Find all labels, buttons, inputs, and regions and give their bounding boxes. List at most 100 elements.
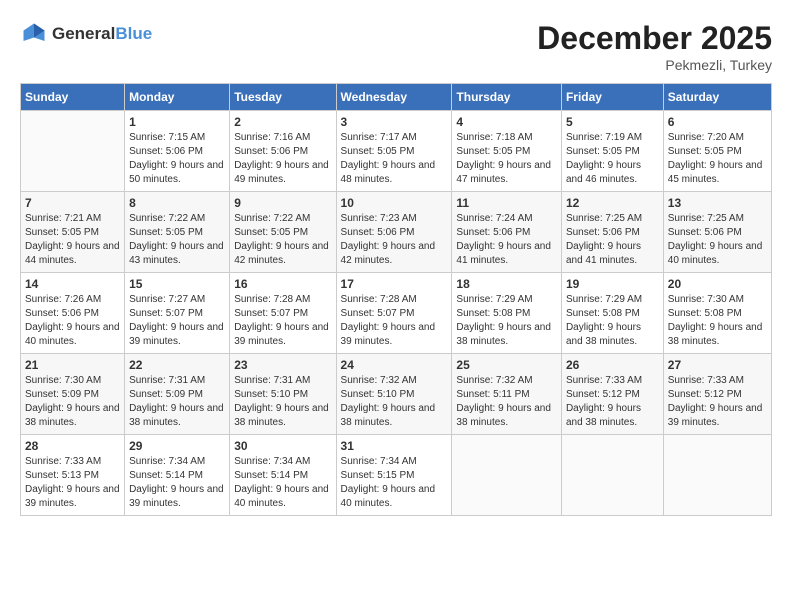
location: Pekmezli, Turkey (537, 57, 772, 73)
day-number: 26 (566, 358, 659, 372)
day-number: 31 (341, 439, 448, 453)
calendar-cell: 18 Sunrise: 7:29 AMSunset: 5:08 PMDaylig… (452, 273, 562, 354)
day-info: Sunrise: 7:23 AMSunset: 5:06 PMDaylight:… (341, 213, 436, 266)
day-info: Sunrise: 7:33 AMSunset: 5:12 PMDaylight:… (668, 375, 763, 428)
calendar-cell: 24 Sunrise: 7:32 AMSunset: 5:10 PMDaylig… (336, 354, 452, 435)
calendar-cell: 15 Sunrise: 7:27 AMSunset: 5:07 PMDaylig… (125, 273, 230, 354)
day-info: Sunrise: 7:28 AMSunset: 5:07 PMDaylight:… (234, 294, 329, 347)
day-number: 6 (668, 115, 767, 129)
header-saturday: Saturday (663, 84, 771, 111)
calendar-week-3: 14 Sunrise: 7:26 AMSunset: 5:06 PMDaylig… (21, 273, 772, 354)
calendar-cell: 12 Sunrise: 7:25 AMSunset: 5:06 PMDaylig… (561, 192, 663, 273)
day-number: 15 (129, 277, 225, 291)
calendar-cell: 10 Sunrise: 7:23 AMSunset: 5:06 PMDaylig… (336, 192, 452, 273)
calendar-week-2: 7 Sunrise: 7:21 AMSunset: 5:05 PMDayligh… (21, 192, 772, 273)
calendar-cell: 25 Sunrise: 7:32 AMSunset: 5:11 PMDaylig… (452, 354, 562, 435)
calendar-cell: 11 Sunrise: 7:24 AMSunset: 5:06 PMDaylig… (452, 192, 562, 273)
calendar-cell: 26 Sunrise: 7:33 AMSunset: 5:12 PMDaylig… (561, 354, 663, 435)
day-info: Sunrise: 7:25 AMSunset: 5:06 PMDaylight:… (566, 213, 642, 266)
day-info: Sunrise: 7:16 AMSunset: 5:06 PMDaylight:… (234, 132, 329, 185)
header-thursday: Thursday (452, 84, 562, 111)
calendar-cell: 21 Sunrise: 7:30 AMSunset: 5:09 PMDaylig… (21, 354, 125, 435)
day-info: Sunrise: 7:15 AMSunset: 5:06 PMDaylight:… (129, 132, 224, 185)
day-number: 11 (456, 196, 557, 210)
day-number: 10 (341, 196, 448, 210)
day-info: Sunrise: 7:25 AMSunset: 5:06 PMDaylight:… (668, 213, 763, 266)
day-info: Sunrise: 7:34 AMSunset: 5:14 PMDaylight:… (129, 456, 224, 509)
logo-icon (20, 20, 48, 48)
logo-general: GeneralBlue (52, 24, 152, 44)
day-number: 27 (668, 358, 767, 372)
day-number: 13 (668, 196, 767, 210)
calendar-cell: 29 Sunrise: 7:34 AMSunset: 5:14 PMDaylig… (125, 435, 230, 516)
day-number: 4 (456, 115, 557, 129)
day-number: 19 (566, 277, 659, 291)
calendar-cell (21, 111, 125, 192)
calendar-cell: 19 Sunrise: 7:29 AMSunset: 5:08 PMDaylig… (561, 273, 663, 354)
day-info: Sunrise: 7:29 AMSunset: 5:08 PMDaylight:… (566, 294, 642, 347)
calendar-cell: 13 Sunrise: 7:25 AMSunset: 5:06 PMDaylig… (663, 192, 771, 273)
day-info: Sunrise: 7:34 AMSunset: 5:15 PMDaylight:… (341, 456, 436, 509)
calendar-cell: 1 Sunrise: 7:15 AMSunset: 5:06 PMDayligh… (125, 111, 230, 192)
calendar-cell: 2 Sunrise: 7:16 AMSunset: 5:06 PMDayligh… (230, 111, 336, 192)
day-number: 24 (341, 358, 448, 372)
page-header: GeneralBlue December 2025 Pekmezli, Turk… (20, 20, 772, 73)
calendar-cell: 28 Sunrise: 7:33 AMSunset: 5:13 PMDaylig… (21, 435, 125, 516)
day-info: Sunrise: 7:33 AMSunset: 5:13 PMDaylight:… (25, 456, 120, 509)
day-info: Sunrise: 7:18 AMSunset: 5:05 PMDaylight:… (456, 132, 551, 185)
calendar-cell: 6 Sunrise: 7:20 AMSunset: 5:05 PMDayligh… (663, 111, 771, 192)
calendar-cell: 30 Sunrise: 7:34 AMSunset: 5:14 PMDaylig… (230, 435, 336, 516)
calendar-week-4: 21 Sunrise: 7:30 AMSunset: 5:09 PMDaylig… (21, 354, 772, 435)
calendar-cell: 14 Sunrise: 7:26 AMSunset: 5:06 PMDaylig… (21, 273, 125, 354)
day-number: 18 (456, 277, 557, 291)
day-info: Sunrise: 7:34 AMSunset: 5:14 PMDaylight:… (234, 456, 329, 509)
header-monday: Monday (125, 84, 230, 111)
day-info: Sunrise: 7:30 AMSunset: 5:09 PMDaylight:… (25, 375, 120, 428)
calendar-week-5: 28 Sunrise: 7:33 AMSunset: 5:13 PMDaylig… (21, 435, 772, 516)
calendar-cell: 20 Sunrise: 7:30 AMSunset: 5:08 PMDaylig… (663, 273, 771, 354)
day-info: Sunrise: 7:20 AMSunset: 5:05 PMDaylight:… (668, 132, 763, 185)
day-number: 3 (341, 115, 448, 129)
day-number: 17 (341, 277, 448, 291)
day-number: 8 (129, 196, 225, 210)
day-number: 14 (25, 277, 120, 291)
day-info: Sunrise: 7:28 AMSunset: 5:07 PMDaylight:… (341, 294, 436, 347)
calendar-cell: 5 Sunrise: 7:19 AMSunset: 5:05 PMDayligh… (561, 111, 663, 192)
day-info: Sunrise: 7:31 AMSunset: 5:09 PMDaylight:… (129, 375, 224, 428)
calendar-cell: 9 Sunrise: 7:22 AMSunset: 5:05 PMDayligh… (230, 192, 336, 273)
logo: GeneralBlue (20, 20, 152, 48)
day-info: Sunrise: 7:32 AMSunset: 5:10 PMDaylight:… (341, 375, 436, 428)
day-number: 5 (566, 115, 659, 129)
day-number: 16 (234, 277, 331, 291)
calendar-cell: 3 Sunrise: 7:17 AMSunset: 5:05 PMDayligh… (336, 111, 452, 192)
calendar-cell: 16 Sunrise: 7:28 AMSunset: 5:07 PMDaylig… (230, 273, 336, 354)
day-number: 30 (234, 439, 331, 453)
calendar-header-row: SundayMondayTuesdayWednesdayThursdayFrid… (21, 84, 772, 111)
day-info: Sunrise: 7:29 AMSunset: 5:08 PMDaylight:… (456, 294, 551, 347)
day-info: Sunrise: 7:22 AMSunset: 5:05 PMDaylight:… (129, 213, 224, 266)
day-number: 7 (25, 196, 120, 210)
calendar-week-1: 1 Sunrise: 7:15 AMSunset: 5:06 PMDayligh… (21, 111, 772, 192)
day-number: 12 (566, 196, 659, 210)
day-number: 9 (234, 196, 331, 210)
calendar-cell: 23 Sunrise: 7:31 AMSunset: 5:10 PMDaylig… (230, 354, 336, 435)
day-number: 23 (234, 358, 331, 372)
calendar-table: SundayMondayTuesdayWednesdayThursdayFrid… (20, 83, 772, 516)
day-info: Sunrise: 7:33 AMSunset: 5:12 PMDaylight:… (566, 375, 642, 428)
day-info: Sunrise: 7:24 AMSunset: 5:06 PMDaylight:… (456, 213, 551, 266)
calendar-cell: 27 Sunrise: 7:33 AMSunset: 5:12 PMDaylig… (663, 354, 771, 435)
day-info: Sunrise: 7:30 AMSunset: 5:08 PMDaylight:… (668, 294, 763, 347)
day-info: Sunrise: 7:26 AMSunset: 5:06 PMDaylight:… (25, 294, 120, 347)
calendar-cell (663, 435, 771, 516)
day-info: Sunrise: 7:27 AMSunset: 5:07 PMDaylight:… (129, 294, 224, 347)
calendar-cell: 4 Sunrise: 7:18 AMSunset: 5:05 PMDayligh… (452, 111, 562, 192)
day-info: Sunrise: 7:17 AMSunset: 5:05 PMDaylight:… (341, 132, 436, 185)
header-friday: Friday (561, 84, 663, 111)
day-number: 29 (129, 439, 225, 453)
day-info: Sunrise: 7:19 AMSunset: 5:05 PMDaylight:… (566, 132, 642, 185)
header-tuesday: Tuesday (230, 84, 336, 111)
calendar-cell (561, 435, 663, 516)
calendar-cell (452, 435, 562, 516)
title-block: December 2025 Pekmezli, Turkey (537, 20, 772, 73)
header-wednesday: Wednesday (336, 84, 452, 111)
